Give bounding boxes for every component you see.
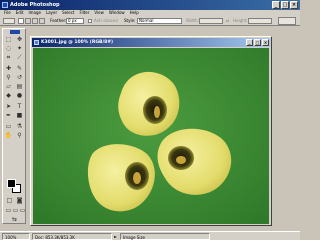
calla-lilies-photo — [33, 48, 269, 224]
history-brush-tool-icon[interactable]: ↺ — [15, 74, 24, 82]
tool-options-bar: Feather: 0 px Anti-aliased Style: Normal… — [0, 16, 300, 26]
clone-stamp-tool-icon[interactable]: ⚲ — [4, 74, 13, 82]
feather-input[interactable]: 0 px — [66, 18, 84, 24]
style-select[interactable]: Normal — [137, 18, 182, 24]
height-label: Height: — [233, 18, 248, 23]
antialiased-checkbox[interactable] — [88, 19, 92, 23]
subtract-selection-icon[interactable] — [32, 18, 38, 24]
screen-mode-full-icon[interactable]: ▭ — [18, 207, 27, 215]
new-selection-icon[interactable] — [18, 18, 24, 24]
document-maximize-button[interactable]: □ — [254, 39, 261, 46]
gradient-tool-icon[interactable]: ▤ — [15, 83, 24, 91]
maximize-window-button[interactable]: □ — [281, 1, 289, 9]
width-input[interactable] — [199, 18, 223, 24]
document-icon — [34, 40, 39, 45]
intersect-selection-icon[interactable] — [39, 18, 45, 24]
dodge-tool-icon[interactable]: ● — [15, 92, 24, 100]
status-arrow-icon[interactable]: ► — [114, 234, 117, 240]
blur-tool-icon[interactable]: ◆ — [4, 92, 13, 100]
zoom-level[interactable]: 100% — [2, 233, 30, 240]
feather-label: Feather: — [50, 18, 67, 23]
hand-tool-icon[interactable]: ✋ — [4, 132, 13, 140]
minimize-window-button[interactable]: _ — [272, 1, 280, 9]
document-title: K3001.jpg @ 100% (RGB/8#) — [41, 40, 114, 45]
status-bar: 100% Doc: 853.3K/853.3K ► Image Size — [0, 231, 300, 240]
slice-tool-icon[interactable]: ⟋ — [15, 54, 24, 62]
zoom-tool-icon[interactable]: ⚲ — [15, 132, 24, 140]
height-input[interactable] — [248, 18, 272, 24]
quick-mask-mode-icon[interactable]: ◙ — [15, 197, 24, 205]
marquee-preset-icon[interactable] — [3, 18, 15, 24]
document-size: Doc: 853.3K/853.3K — [32, 233, 112, 240]
lasso-tool-icon[interactable]: ◌ — [4, 45, 13, 53]
healing-brush-tool-icon[interactable]: ✚ — [4, 65, 13, 73]
pen-tool-icon[interactable]: ✒ — [4, 112, 13, 120]
notes-tool-icon[interactable]: ▭ — [4, 123, 13, 131]
photoshop-app-icon — [2, 2, 8, 8]
eraser-tool-icon[interactable]: ▱ — [4, 83, 13, 91]
document-minimize-button[interactable]: _ — [246, 39, 253, 46]
document-window: K3001.jpg @ 100% (RGB/8#) _ □ × — [30, 36, 272, 226]
crop-tool-icon[interactable]: ⌗ — [4, 54, 13, 62]
style-label: Style: — [124, 18, 136, 23]
image-canvas[interactable] — [33, 48, 269, 224]
jump-to-imageready-icon[interactable]: ⇆ — [10, 216, 19, 224]
close-window-button[interactable]: × — [290, 1, 298, 9]
path-selection-tool-icon[interactable]: ➤ — [4, 103, 13, 111]
type-tool-icon[interactable]: T — [15, 103, 24, 111]
status-info: Image Size — [120, 233, 210, 240]
app-title-bar: Adobe Photoshop _ □ × — [0, 0, 300, 10]
add-selection-icon[interactable] — [25, 18, 31, 24]
magic-wand-tool-icon[interactable]: ✦ — [15, 45, 24, 53]
document-close-button[interactable]: × — [262, 39, 269, 46]
marquee-tool-icon[interactable]: ⬚ — [4, 36, 13, 44]
palette-well-icon[interactable] — [278, 17, 296, 25]
toolbox: ⬚ ✥ ◌ ✦ ⌗ ⟋ ✚ ✎ ⚲ ↺ ▱ ▤ ◆ ● ➤ T ✒ ■ ▭ ⚗ … — [2, 28, 26, 224]
standard-mode-icon[interactable]: □ — [5, 197, 14, 205]
antialiased-label: Anti-aliased — [94, 18, 118, 23]
eyedropper-tool-icon[interactable]: ⚗ — [15, 123, 24, 131]
width-label: Width: — [186, 18, 199, 23]
brush-tool-icon[interactable]: ✎ — [15, 65, 24, 73]
move-tool-icon[interactable]: ✥ — [15, 36, 24, 44]
foreground-color-swatch[interactable] — [7, 179, 16, 188]
app-title: Adobe Photoshop — [10, 2, 60, 8]
toolbox-logo-icon — [10, 30, 20, 34]
swap-dimensions-icon[interactable]: ⇄ — [226, 18, 229, 24]
document-title-bar[interactable]: K3001.jpg @ 100% (RGB/8#) _ □ × — [32, 38, 270, 47]
shape-tool-icon[interactable]: ■ — [15, 112, 24, 120]
